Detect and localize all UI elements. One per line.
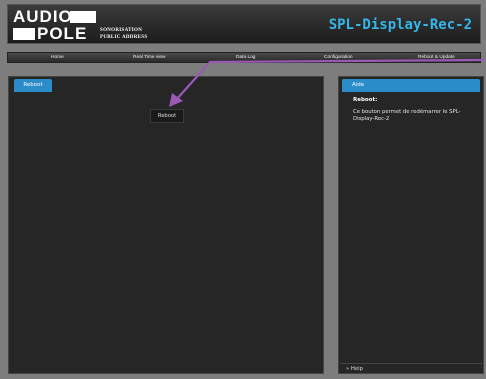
annotation-arrow (169, 58, 485, 107)
annotation-arrow-line (175, 58, 485, 101)
